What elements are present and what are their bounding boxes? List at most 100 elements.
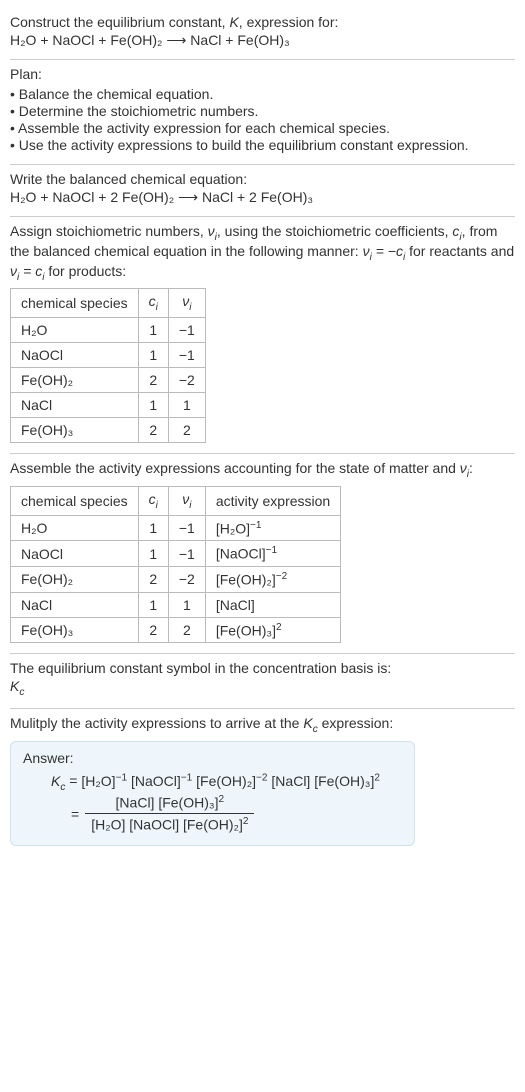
cell-species: H₂O bbox=[11, 515, 139, 541]
col-species: chemical species bbox=[11, 289, 139, 318]
symbol-line: The equilibrium constant symbol in the c… bbox=[10, 660, 515, 676]
cell-v: −2 bbox=[168, 567, 205, 593]
balanced-section: Write the balanced chemical equation: H₂… bbox=[10, 165, 515, 216]
cell-v: 2 bbox=[168, 418, 205, 443]
cell-c: 2 bbox=[138, 617, 168, 643]
cell-c: 1 bbox=[138, 541, 168, 567]
kc-symbol: Kc bbox=[51, 773, 65, 789]
denominator: [H₂O] [NaOCl] [Fe(OH)₂]2 bbox=[85, 814, 254, 833]
equals: = bbox=[71, 806, 79, 822]
cell-v: −1 bbox=[168, 318, 205, 343]
reactant-rule: νi = −ci bbox=[363, 243, 406, 259]
cell-species: NaCl bbox=[11, 393, 139, 418]
cell-species: Fe(OH)₃ bbox=[11, 617, 139, 643]
intro-line: Construct the equilibrium constant, K, e… bbox=[10, 14, 515, 30]
col-v: νi bbox=[168, 289, 205, 318]
cell-v: 1 bbox=[168, 393, 205, 418]
cell-species: H₂O bbox=[11, 318, 139, 343]
plan-section: Plan: • Balance the chemical equation. •… bbox=[10, 60, 515, 164]
cell-species: NaCl bbox=[11, 592, 139, 617]
cell-c: 1 bbox=[138, 592, 168, 617]
kc-expression-line2: = [NaCl] [Fe(OH)₃]2 [H₂O] [NaOCl] [Fe(OH… bbox=[71, 794, 402, 832]
kc-sub: c bbox=[19, 687, 24, 698]
cell-c: 1 bbox=[138, 515, 168, 541]
multiply-text-a: Mulitply the activity expressions to arr… bbox=[10, 715, 303, 731]
plan-item: • Determine the stoichiometric numbers. bbox=[10, 103, 515, 119]
stoich-text-b: , using the stoichiometric coefficients, bbox=[217, 223, 453, 239]
nu-symbol: νi bbox=[208, 223, 217, 239]
activity-text-a: Assemble the activity expressions accoun… bbox=[10, 460, 460, 476]
cell-species: Fe(OH)₂ bbox=[11, 567, 139, 593]
cell-expr: [NaOCl]−1 bbox=[205, 541, 340, 567]
activity-text-b: : bbox=[469, 460, 473, 476]
cell-expr: [NaCl] bbox=[205, 592, 340, 617]
cell-v: 1 bbox=[168, 592, 205, 617]
terms: [H₂O]−1 [NaOCl]−1 [Fe(OH)₂]−2 [NaCl] [Fe… bbox=[81, 773, 380, 789]
table-row: Fe(OH)₃22[Fe(OH)₃]2 bbox=[11, 617, 341, 643]
table-row: Fe(OH)₂2−2 bbox=[11, 368, 206, 393]
kc-expression-line1: Kc = [H₂O]−1 [NaOCl]−1 [Fe(OH)₂]−2 [NaCl… bbox=[51, 772, 402, 792]
intro-section: Construct the equilibrium constant, K, e… bbox=[10, 8, 515, 59]
cell-v: −2 bbox=[168, 368, 205, 393]
stoich-text-d: for reactants and bbox=[405, 243, 514, 259]
cell-expr: [H₂O]−1 bbox=[205, 515, 340, 541]
stoich-text-e: for products: bbox=[44, 263, 126, 279]
k-symbol: K bbox=[229, 14, 238, 30]
intro-text-a: Construct the equilibrium constant, bbox=[10, 14, 229, 30]
activity-table: chemical species ci νi activity expressi… bbox=[10, 486, 341, 643]
table-row: NaOCl1−1[NaOCl]−1 bbox=[11, 541, 341, 567]
plan-bullets: • Balance the chemical equation. • Deter… bbox=[10, 86, 515, 153]
table-row: NaCl11 bbox=[11, 393, 206, 418]
cell-expr: [Fe(OH)₂]−2 bbox=[205, 567, 340, 593]
balanced-heading: Write the balanced chemical equation: bbox=[10, 171, 515, 187]
cell-species: NaOCl bbox=[11, 541, 139, 567]
stoich-text: Assign stoichiometric numbers, νi, using… bbox=[10, 223, 515, 282]
cell-species: Fe(OH)₂ bbox=[11, 368, 139, 393]
fraction: [NaCl] [Fe(OH)₃]2 [H₂O] [NaOCl] [Fe(OH)₂… bbox=[85, 794, 254, 832]
stoich-section: Assign stoichiometric numbers, νi, using… bbox=[10, 217, 515, 453]
intro-equation: H₂O + NaOCl + Fe(OH)₂ ⟶ NaCl + Fe(OH)₃ bbox=[10, 32, 515, 49]
multiply-text: Mulitply the activity expressions to arr… bbox=[10, 715, 515, 735]
col-c: ci bbox=[138, 486, 168, 515]
cell-c: 2 bbox=[138, 368, 168, 393]
cell-v: −1 bbox=[168, 515, 205, 541]
cell-c: 1 bbox=[138, 318, 168, 343]
table-row: H₂O1−1[H₂O]−1 bbox=[11, 515, 341, 541]
plan-item: • Assemble the activity expression for e… bbox=[10, 120, 515, 136]
table-header-row: chemical species ci νi activity expressi… bbox=[11, 486, 341, 515]
answer-box: Answer: Kc = [H₂O]−1 [NaOCl]−1 [Fe(OH)₂]… bbox=[10, 741, 415, 846]
cell-species: Fe(OH)₃ bbox=[11, 418, 139, 443]
cell-v: −1 bbox=[168, 343, 205, 368]
kc-base: K bbox=[10, 678, 19, 694]
cell-expr: [Fe(OH)₃]2 bbox=[205, 617, 340, 643]
cell-c: 2 bbox=[138, 567, 168, 593]
cell-c: 2 bbox=[138, 418, 168, 443]
nu-symbol: νi bbox=[460, 460, 469, 476]
stoich-text-a: Assign stoichiometric numbers, bbox=[10, 223, 208, 239]
table-row: Fe(OH)₃22 bbox=[11, 418, 206, 443]
table-row: Fe(OH)₂2−2[Fe(OH)₂]−2 bbox=[11, 567, 341, 593]
cell-c: 1 bbox=[138, 343, 168, 368]
product-rule: νi = ci bbox=[10, 263, 44, 279]
stoich-table: chemical species ci νi H₂O1−1 NaOCl1−1 F… bbox=[10, 288, 206, 443]
c-symbol: ci bbox=[452, 223, 461, 239]
cell-v: −1 bbox=[168, 541, 205, 567]
plan-heading: Plan: bbox=[10, 66, 515, 82]
table-row: NaOCl1−1 bbox=[11, 343, 206, 368]
cell-v: 2 bbox=[168, 617, 205, 643]
kc-symbol: Kc bbox=[10, 678, 515, 698]
activity-section: Assemble the activity expressions accoun… bbox=[10, 454, 515, 653]
col-expr: activity expression bbox=[205, 486, 340, 515]
plan-item: • Balance the chemical equation. bbox=[10, 86, 515, 102]
plan-item: • Use the activity expressions to build … bbox=[10, 137, 515, 153]
balanced-equation: H₂O + NaOCl + 2 Fe(OH)₂ ⟶ NaCl + 2 Fe(OH… bbox=[10, 189, 515, 206]
cell-species: NaOCl bbox=[11, 343, 139, 368]
multiply-text-b: expression: bbox=[318, 715, 393, 731]
equals: = bbox=[65, 773, 81, 789]
col-c: ci bbox=[138, 289, 168, 318]
col-v: νi bbox=[168, 486, 205, 515]
numerator: [NaCl] [Fe(OH)₃]2 bbox=[85, 794, 254, 814]
table-row: NaCl11[NaCl] bbox=[11, 592, 341, 617]
kc-symbol: Kc bbox=[303, 715, 317, 731]
symbol-section: The equilibrium constant symbol in the c… bbox=[10, 654, 515, 708]
